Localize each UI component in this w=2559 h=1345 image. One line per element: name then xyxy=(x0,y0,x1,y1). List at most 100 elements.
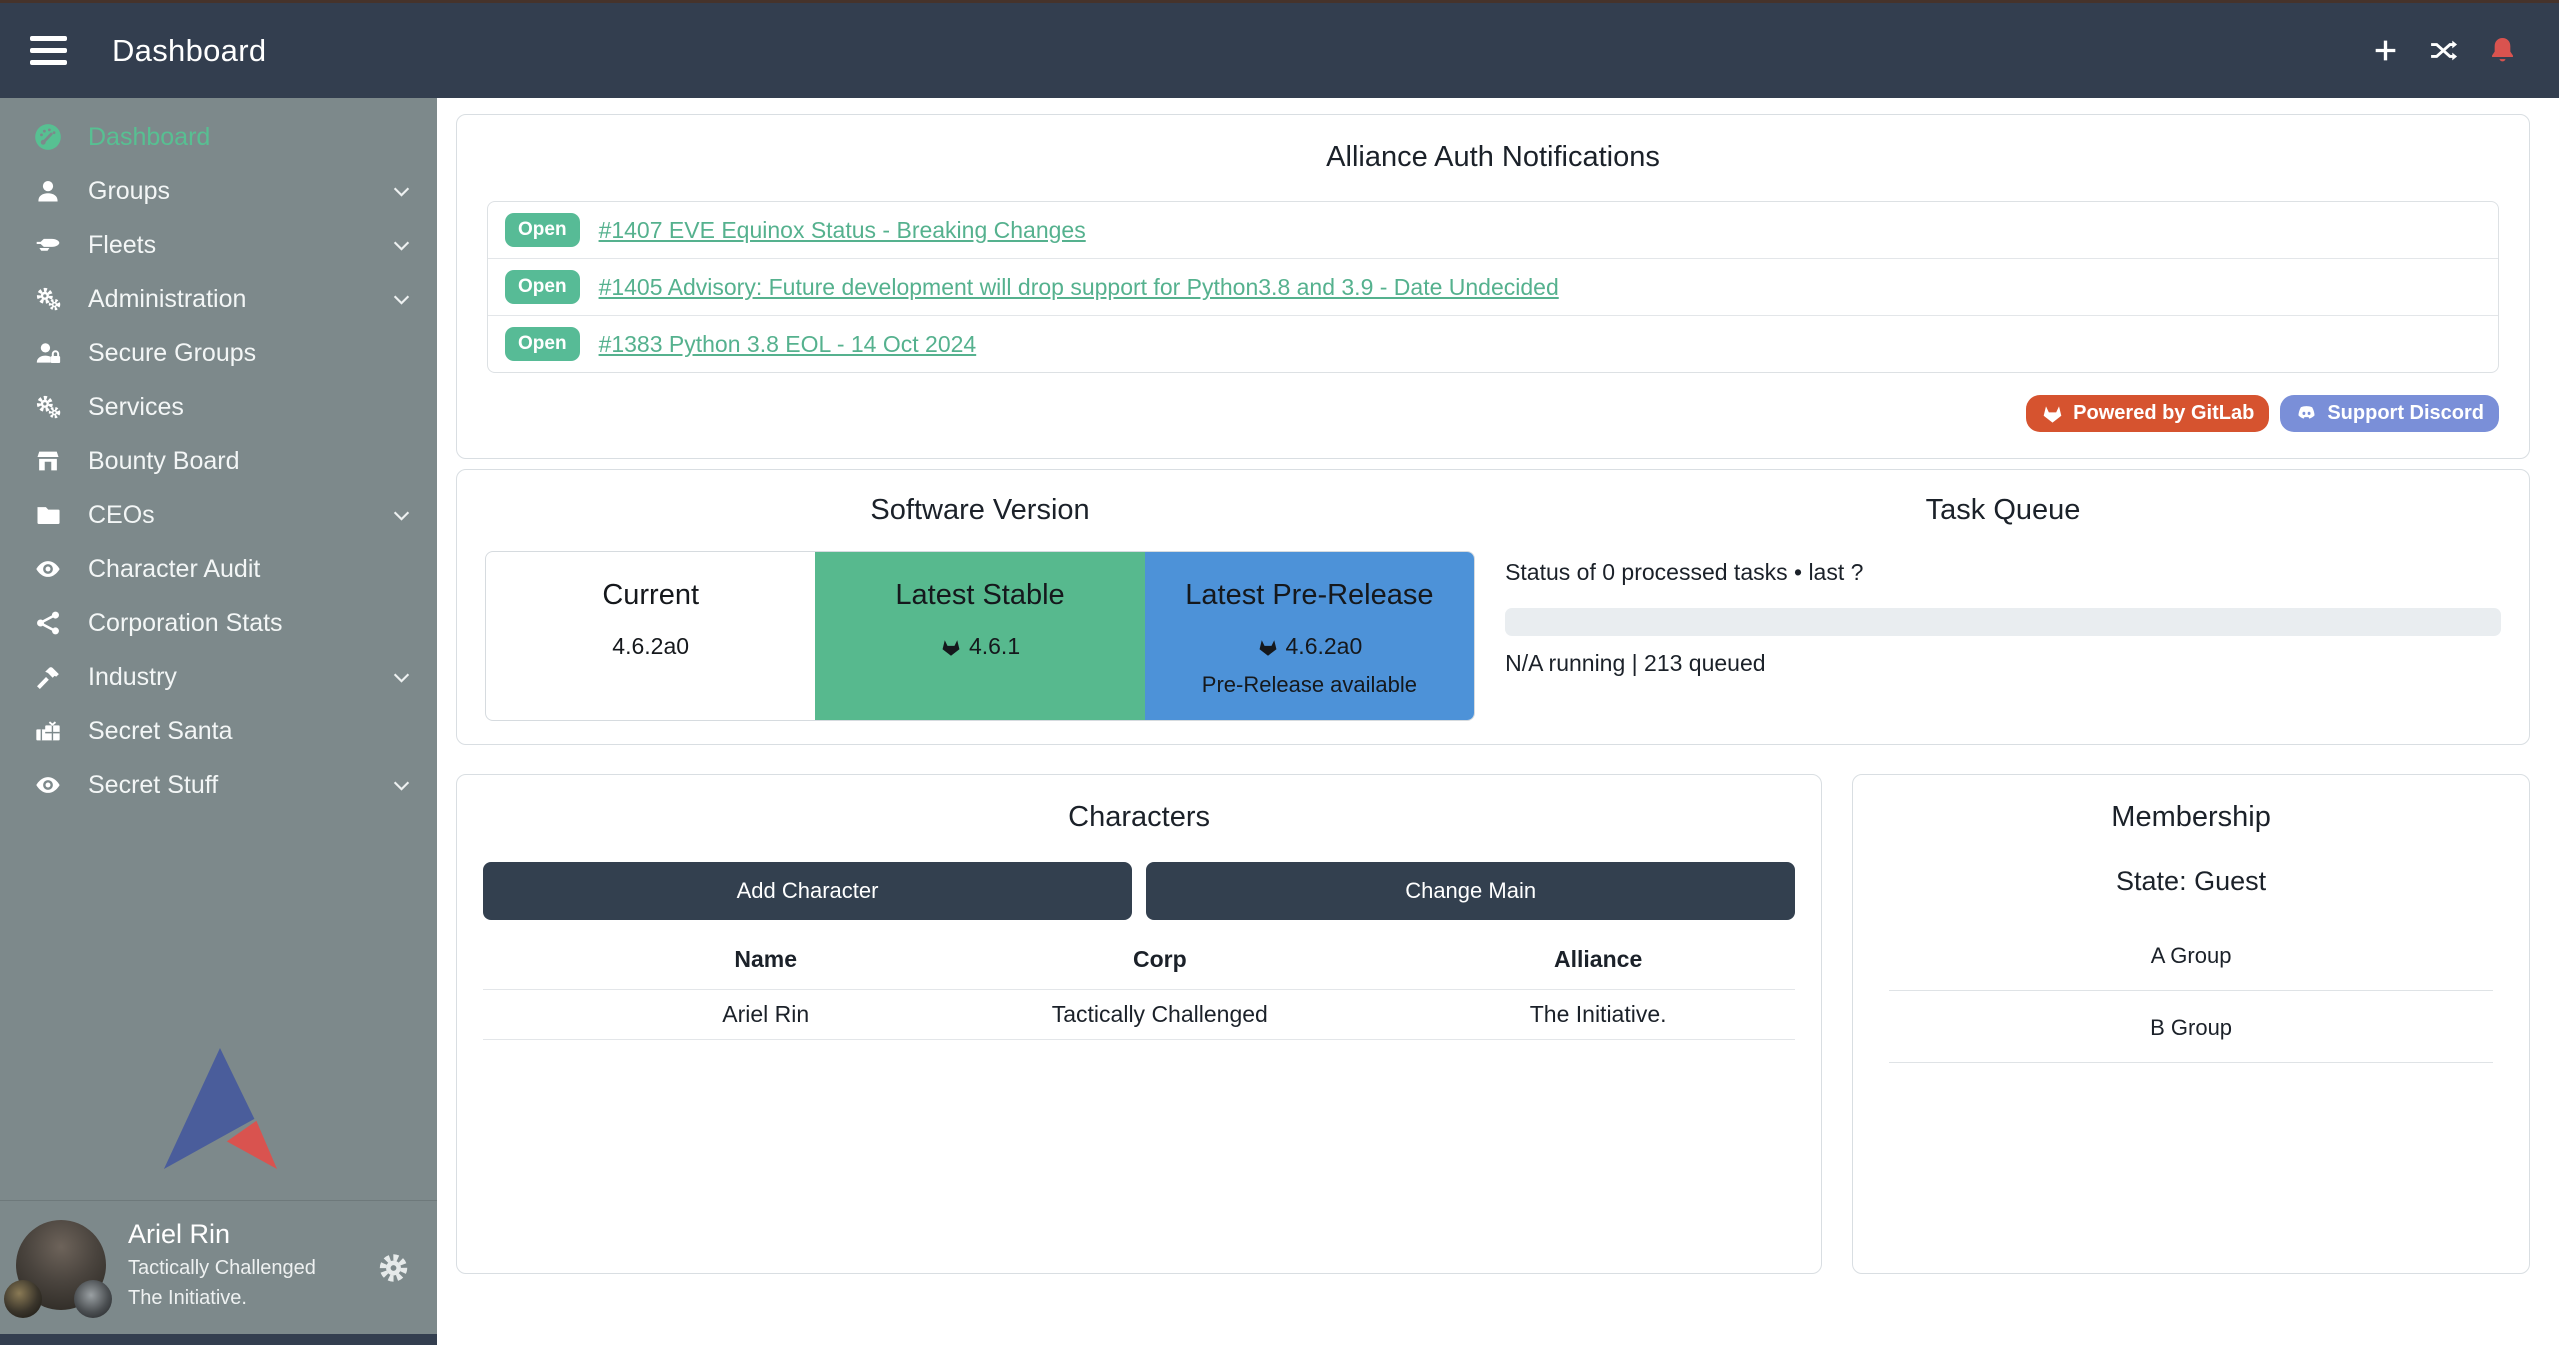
top-navbar: Dashboard xyxy=(0,3,2559,98)
user-panel: Ariel Rin Tactically Challenged The Init… xyxy=(0,1201,437,1334)
notifications-title: Alliance Auth Notifications xyxy=(487,141,2499,174)
sidebar-item[interactable]: Groups xyxy=(0,164,437,218)
sidebar-item-label: Groups xyxy=(88,177,390,206)
sidebar-item-icon xyxy=(34,123,62,151)
sidebar-item-label: Administration xyxy=(88,285,390,314)
shuffle-icon[interactable] xyxy=(2428,35,2459,66)
membership-state: State: Guest xyxy=(1877,866,2505,897)
version-cell-note: Pre-Release available xyxy=(1145,672,1474,698)
task-queue-progress-bar xyxy=(1505,608,2501,636)
notification-row: Open #1405 Advisory: Future development … xyxy=(488,258,2498,315)
support-discord-badge[interactable]: Support Discord xyxy=(2280,395,2499,432)
sidebar-item[interactable]: Fleets xyxy=(0,218,437,272)
sidebar-item-label: Industry xyxy=(88,663,390,692)
header-alliance: Alliance xyxy=(1401,946,1795,973)
sidebar-item-icon xyxy=(34,285,62,313)
version-cell-label: Latest Stable xyxy=(815,579,1144,612)
software-version-title: Software Version xyxy=(485,494,1475,527)
sidebar-nav: Dashboard Groups Fleets Admin xyxy=(0,98,437,812)
sidebar-item-icon xyxy=(34,717,62,745)
version-cell-label: Current xyxy=(486,579,815,612)
notification-row: Open #1383 Python 3.8 EOL - 14 Oct 2024 xyxy=(488,315,2498,372)
status-badge: Open xyxy=(505,213,580,247)
discord-badge-label: Support Discord xyxy=(2327,402,2484,425)
sidebar-item[interactable]: Bounty Board xyxy=(0,434,437,488)
notifications-card: Alliance Auth Notifications Open #1407 E… xyxy=(456,114,2530,459)
sidebar-item[interactable]: Character Audit xyxy=(0,542,437,596)
sidebar-item-icon xyxy=(34,447,62,475)
sidebar-item-label: Secret Stuff xyxy=(88,771,390,800)
sidebar-item[interactable]: Services xyxy=(0,380,437,434)
user-avatar xyxy=(16,1220,106,1310)
notification-link[interactable]: #1407 EVE Equinox Status - Breaking Chan… xyxy=(599,217,1086,244)
sidebar-item-icon xyxy=(34,555,62,583)
task-queue-status: Status of 0 processed tasks • last ? xyxy=(1505,559,2501,586)
notification-link[interactable]: #1405 Advisory: Future development will … xyxy=(599,274,1559,301)
notifications-footer: Powered by GitLab Support Discord xyxy=(487,395,2499,432)
version-cell-value: 4.6.2a0 xyxy=(1145,633,1474,660)
notification-row: Open #1407 EVE Equinox Status - Breaking… xyxy=(488,202,2498,258)
cell-corp: Tactically Challenged xyxy=(918,1001,1401,1028)
navbar-actions xyxy=(2370,34,2519,67)
main-content: Alliance Auth Notifications Open #1407 E… xyxy=(437,98,2559,1345)
characters-table-body: Ariel Rin Tactically Challenged The Init… xyxy=(483,989,1795,1040)
sidebar-item-label: CEOs xyxy=(88,501,390,530)
sidebar-item[interactable]: Secret Santa xyxy=(0,704,437,758)
sidebar-item[interactable]: CEOs xyxy=(0,488,437,542)
sidebar-item-label: Bounty Board xyxy=(88,447,413,476)
status-badge: Open xyxy=(505,327,580,361)
sidebar-item-icon xyxy=(34,663,62,691)
version-cell-value: 4.6.1 xyxy=(815,633,1144,660)
discord-icon xyxy=(2295,402,2318,425)
notifications-bell-icon[interactable] xyxy=(2486,34,2519,67)
menu-toggle-button[interactable] xyxy=(30,36,70,65)
sidebar-item-icon xyxy=(34,393,62,421)
sidebar: Dashboard Groups Fleets Admin xyxy=(0,98,437,1345)
powered-by-gitlab-badge[interactable]: Powered by GitLab xyxy=(2026,395,2269,432)
header-corp: Corp xyxy=(918,946,1401,973)
sidebar-item-label: Character Audit xyxy=(88,555,413,584)
task-queue-title: Task Queue xyxy=(1505,494,2501,527)
sidebar-item[interactable]: Dashboard xyxy=(0,110,437,164)
characters-buttons: Add Character Change Main xyxy=(483,862,1795,920)
gitlab-badge-label: Powered by GitLab xyxy=(2073,402,2254,425)
sidebar-item-icon xyxy=(34,177,62,205)
change-main-button[interactable]: Change Main xyxy=(1146,862,1795,920)
status-badge: Open xyxy=(505,270,580,304)
sidebar-item-icon xyxy=(34,339,62,367)
table-row: Ariel Rin Tactically Challenged The Init… xyxy=(483,989,1795,1040)
version-boxes: Current 4.6.2a0 Latest Stable xyxy=(485,551,1475,721)
alliance-auth-logo xyxy=(160,1044,278,1172)
membership-title: Membership xyxy=(1877,801,2505,834)
page-title: Dashboard xyxy=(112,33,266,69)
chevron-down-icon xyxy=(390,234,413,257)
sidebar-item[interactable]: Secure Groups xyxy=(0,326,437,380)
membership-card: Membership State: Guest A Group B Group xyxy=(1852,774,2530,1274)
membership-groups: A Group B Group xyxy=(1877,919,2505,1063)
add-character-button[interactable]: Add Character xyxy=(483,862,1132,920)
header-name: Name xyxy=(613,946,918,973)
characters-table-header: Name Corp Alliance xyxy=(483,946,1795,989)
hamburger-icon xyxy=(30,36,67,41)
cell-alliance: The Initiative. xyxy=(1401,1001,1795,1028)
corp-logo-badge xyxy=(4,1280,42,1318)
task-queue-summary: N/A running | 213 queued xyxy=(1505,650,2501,677)
user-name: Ariel Rin xyxy=(128,1219,316,1250)
sidebar-item[interactable]: Administration xyxy=(0,272,437,326)
sidebar-item-icon xyxy=(34,231,62,259)
software-version-task-queue-card: Software Version Current 4.6.2a0 xyxy=(456,469,2530,745)
alliance-logo-badge xyxy=(74,1280,112,1318)
user-settings-gear-icon[interactable] xyxy=(376,1250,411,1285)
sidebar-item[interactable]: Secret Stuff xyxy=(0,758,437,812)
gitlab-tanuki-icon xyxy=(1257,636,1279,658)
sidebar-item-label: Secure Groups xyxy=(88,339,413,368)
group-list-item: B Group xyxy=(1889,991,2493,1063)
add-icon[interactable] xyxy=(2370,35,2401,66)
sidebar-item[interactable]: Corporation Stats xyxy=(0,596,437,650)
chevron-down-icon xyxy=(390,504,413,527)
notification-link[interactable]: #1383 Python 3.8 EOL - 14 Oct 2024 xyxy=(599,331,977,358)
sidebar-item[interactable]: Industry xyxy=(0,650,437,704)
sidebar-item-icon xyxy=(34,501,62,529)
version-cell: Latest Stable 4.6.1 xyxy=(815,552,1144,720)
user-meta: Ariel Rin Tactically Challenged The Init… xyxy=(128,1219,316,1310)
